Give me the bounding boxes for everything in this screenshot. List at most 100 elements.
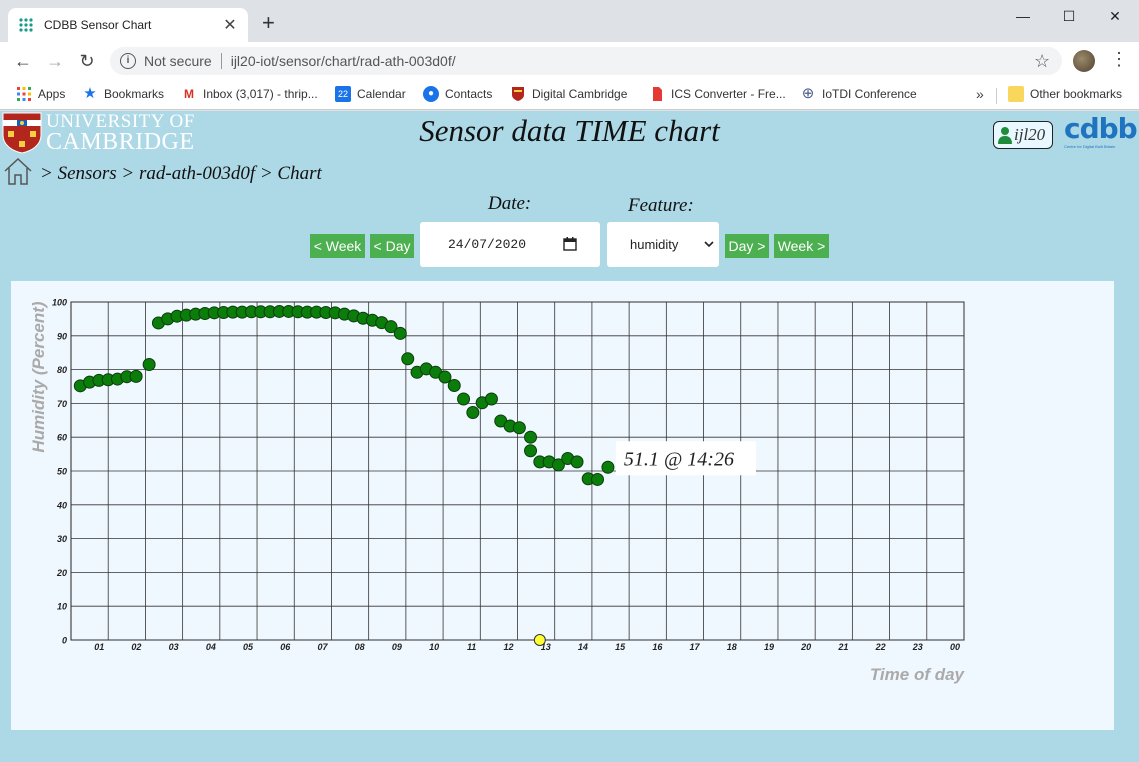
x-tick-label: 05 bbox=[243, 642, 254, 652]
x-tick-label: 12 bbox=[503, 642, 513, 652]
data-point bbox=[401, 352, 415, 366]
omnibox-divider bbox=[220, 53, 222, 69]
address-bar[interactable]: i Not secure ijl20-iot/sensor/chart/rad-… bbox=[110, 47, 1062, 75]
back-arrow-icon[interactable]: ← bbox=[12, 50, 34, 72]
bookmark-inbox[interactable]: M Inbox (3,017) - thrip... bbox=[181, 86, 318, 102]
bookmark-apps[interactable]: Apps bbox=[16, 86, 65, 102]
data-point bbox=[393, 326, 407, 340]
bookmark-ics-converter[interactable]: ICS Converter - Fre... bbox=[649, 86, 786, 102]
data-point bbox=[601, 460, 615, 474]
x-tick-label: 16 bbox=[652, 642, 663, 652]
bookmark-iotdi[interactable]: ⊕ IoTDI Conference bbox=[800, 86, 917, 102]
user-badge[interactable]: ijl20 bbox=[993, 121, 1053, 149]
data-point bbox=[466, 406, 480, 420]
x-tick-label: 17 bbox=[690, 642, 701, 652]
minimize-window-icon[interactable]: — bbox=[1000, 4, 1046, 28]
url-text[interactable]: ijl20-iot/sensor/chart/rad-ath-003d0f/ bbox=[231, 53, 456, 69]
x-tick-label: 11 bbox=[467, 642, 476, 652]
close-window-icon[interactable]: ✕ bbox=[1092, 4, 1138, 28]
x-tick-label: 04 bbox=[206, 642, 216, 652]
y-tick-label: 20 bbox=[56, 568, 67, 578]
next-week-button[interactable]: Week > bbox=[774, 234, 829, 258]
cdbb-favicon-icon bbox=[19, 18, 33, 32]
bookmark-contacts[interactable]: ● Contacts bbox=[423, 86, 492, 102]
x-tick-label: 03 bbox=[169, 642, 179, 652]
page-title: Sensor data TIME chart bbox=[419, 113, 720, 148]
data-point bbox=[457, 392, 471, 406]
close-tab-icon[interactable]: ✕ bbox=[222, 15, 238, 35]
bookmark-label: Inbox (3,017) - thrip... bbox=[203, 87, 318, 101]
data-point bbox=[570, 455, 584, 469]
profile-avatar[interactable] bbox=[1073, 50, 1095, 72]
bookmarks-divider bbox=[996, 88, 997, 104]
maximize-window-icon[interactable]: ☐ bbox=[1046, 4, 1092, 28]
breadcrumb[interactable]: > Sensors > rad-ath-003d0f > Chart bbox=[40, 163, 322, 185]
y-tick-label: 30 bbox=[57, 534, 67, 544]
x-tick-label: 22 bbox=[875, 642, 886, 652]
x-tick-label: 20 bbox=[800, 642, 811, 652]
more-bookmarks-icon[interactable]: » bbox=[976, 86, 984, 102]
bookmarks-bar: Apps ★ Bookmarks M Inbox (3,017) - thrip… bbox=[0, 80, 1139, 110]
previous-week-button[interactable]: < Week bbox=[310, 234, 365, 258]
y-tick-label: 0 bbox=[62, 636, 67, 646]
y-tick-label: 50 bbox=[57, 467, 67, 477]
data-point bbox=[590, 472, 604, 486]
new-tab-button[interactable]: + bbox=[262, 12, 275, 34]
tab-title: CDBB Sensor Chart bbox=[44, 18, 152, 32]
gmail-icon: M bbox=[184, 87, 194, 101]
y-tick-label: 10 bbox=[57, 602, 67, 612]
x-tick-label: 01 bbox=[94, 642, 104, 652]
calendar-picker-icon[interactable] bbox=[563, 237, 577, 251]
x-tick-label: 06 bbox=[280, 642, 291, 652]
x-tick-label: 19 bbox=[764, 642, 774, 652]
x-tick-label: 02 bbox=[131, 642, 141, 652]
previous-day-button[interactable]: < Day bbox=[370, 234, 414, 258]
data-point bbox=[484, 392, 498, 406]
browser-menu-icon[interactable]: ⋮ bbox=[1110, 49, 1128, 70]
feature-select[interactable]: humidity bbox=[607, 222, 719, 267]
document-icon bbox=[653, 87, 662, 101]
date-input[interactable]: 24/07/2020 bbox=[420, 222, 600, 267]
cdbb-logo[interactable]: cdbb Centre for Digital Built Britain bbox=[1064, 114, 1138, 150]
data-point bbox=[524, 444, 538, 458]
next-day-button[interactable]: Day > bbox=[725, 234, 769, 258]
x-tick-label: 15 bbox=[615, 642, 626, 652]
x-tick-label: 10 bbox=[429, 642, 439, 652]
y-tick-label: 100 bbox=[52, 298, 67, 308]
x-tick-label: 18 bbox=[727, 642, 737, 652]
date-value: 24/07/2020 bbox=[448, 237, 527, 252]
security-label: Not secure bbox=[144, 53, 212, 69]
reload-icon[interactable]: ↻ bbox=[76, 50, 98, 72]
home-icon[interactable] bbox=[2, 156, 34, 186]
other-bookmarks[interactable]: Other bookmarks bbox=[1008, 86, 1122, 102]
chevron-down-icon bbox=[704, 241, 714, 248]
globe-icon: ⊕ bbox=[801, 85, 815, 102]
y-tick-label: 60 bbox=[57, 433, 67, 443]
bookmark-bookmarks[interactable]: ★ Bookmarks bbox=[82, 86, 164, 102]
bookmark-star-icon[interactable]: ☆ bbox=[1034, 51, 1050, 72]
x-tick-label: 07 bbox=[317, 642, 328, 652]
date-label: Date: bbox=[488, 193, 532, 214]
y-tick-label: 90 bbox=[57, 331, 67, 341]
bookmark-calendar[interactable]: 22 Calendar bbox=[335, 86, 406, 102]
x-tick-label: 09 bbox=[392, 642, 402, 652]
feature-label: Feature: bbox=[628, 195, 694, 216]
data-point bbox=[142, 358, 156, 372]
bookmark-label: Bookmarks bbox=[104, 87, 165, 101]
apps-grid-icon bbox=[17, 87, 31, 101]
bookmark-label: ICS Converter - Fre... bbox=[671, 87, 786, 101]
forward-arrow-icon[interactable]: → bbox=[44, 50, 66, 72]
time-marker bbox=[533, 634, 546, 646]
x-tick-label: 21 bbox=[837, 642, 848, 652]
browser-tab-bar: CDBB Sensor Chart ✕ + — ☐ ✕ bbox=[0, 0, 1139, 42]
bookmark-label: Contacts bbox=[445, 87, 493, 101]
bookmark-label: Apps bbox=[38, 87, 66, 101]
browser-tab[interactable]: CDBB Sensor Chart ✕ bbox=[8, 8, 248, 42]
data-point bbox=[512, 421, 526, 435]
y-tick-label: 80 bbox=[57, 365, 67, 375]
info-icon[interactable]: i bbox=[120, 53, 136, 69]
y-tick-label: 40 bbox=[56, 500, 67, 510]
data-point bbox=[447, 378, 461, 392]
bookmark-digital-cambridge[interactable]: Digital Cambridge bbox=[510, 86, 627, 102]
x-tick-label: 08 bbox=[355, 642, 365, 652]
